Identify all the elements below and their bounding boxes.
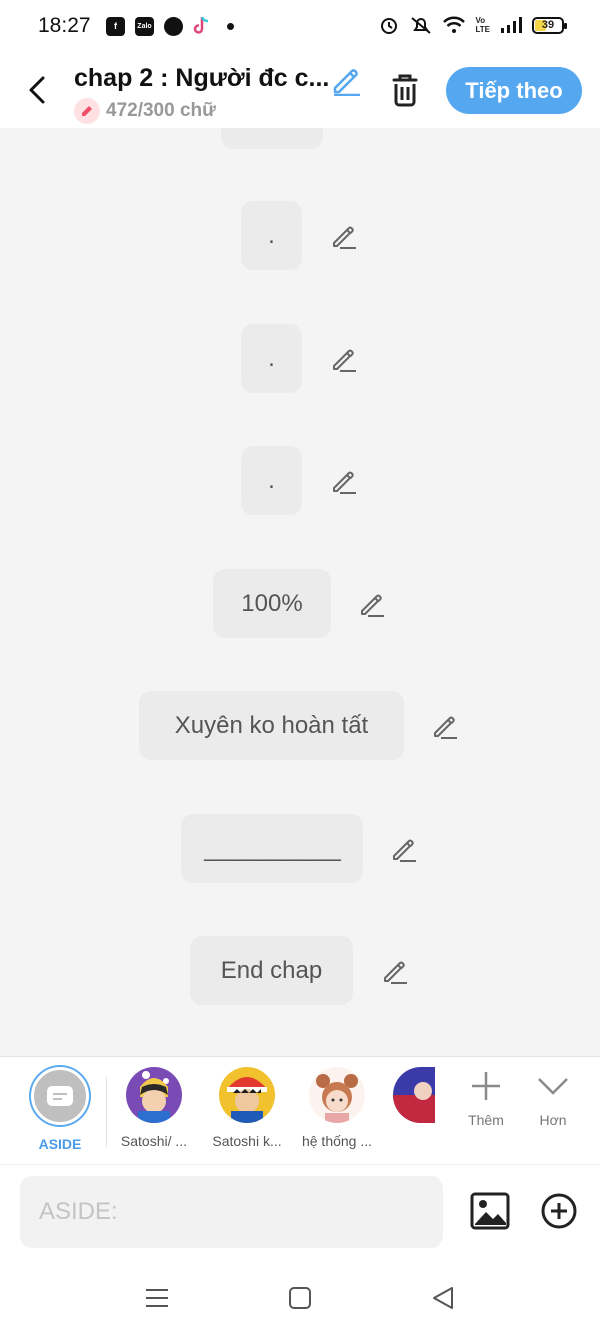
add-label: Thêm <box>468 1112 504 1128</box>
mute-icon <box>411 17 432 34</box>
tiktok-icon <box>193 16 209 34</box>
trash-icon[interactable] <box>386 70 424 110</box>
character-label: ASIDE <box>38 1136 82 1152</box>
facebook-icon: f <box>106 16 125 36</box>
avatar <box>393 1067 435 1123</box>
system-icons: Vo LTE 39 <box>379 15 567 35</box>
avatar <box>126 1067 182 1123</box>
edit-message-icon[interactable] <box>431 712 459 740</box>
battery-icon: 39 <box>532 16 567 34</box>
menu-icon[interactable] <box>142 1283 172 1313</box>
composer <box>0 1165 600 1263</box>
character-label: Satoshi/ ... <box>120 1133 188 1149</box>
battery-level: 39 <box>541 19 555 31</box>
add-circle-icon[interactable] <box>540 1192 578 1230</box>
message-text: 100% <box>241 589 303 617</box>
messenger-icon <box>164 16 183 36</box>
zalo-icon: Zalo <box>135 16 154 36</box>
editor-header: chap 2 : Người đc c... 472/300 chữ Tiếp … <box>0 52 600 128</box>
pencil-icon <box>74 98 100 124</box>
chapter-title[interactable]: chap 2 : Người đc c... <box>74 64 329 93</box>
plus-icon <box>472 1072 500 1100</box>
edit-message-icon[interactable] <box>330 345 358 373</box>
chat-area[interactable]: . . . 100% Xuyên ko hoàn tất ___________… <box>0 128 600 1056</box>
message-text: Xuyên ko hoàn tất <box>174 711 369 739</box>
avatar <box>309 1067 365 1123</box>
image-icon[interactable] <box>470 1191 510 1231</box>
back-nav-icon[interactable] <box>428 1283 458 1313</box>
add-character-button[interactable]: Thêm <box>456 1069 516 1128</box>
message-text: . <box>268 344 275 372</box>
back-button[interactable] <box>20 70 54 110</box>
signal-icon <box>501 17 522 33</box>
more-button[interactable]: Hơn <box>523 1069 583 1128</box>
system-nav-bar <box>0 1263 600 1333</box>
chevron-left-icon <box>29 76 45 104</box>
edit-message-icon[interactable] <box>358 590 386 618</box>
message-text: ___________ <box>204 834 341 862</box>
more-label: Hơn <box>539 1112 567 1128</box>
character-aside[interactable]: ASIDE <box>13 1067 107 1152</box>
message-input[interactable] <box>20 1176 443 1248</box>
status-time: 18:27 <box>38 14 91 37</box>
word-count: 472/300 chữ <box>106 100 216 121</box>
alarm-icon <box>381 18 398 34</box>
message-bubble[interactable]: . <box>241 201 302 270</box>
message-bubble[interactable]: . <box>241 324 302 393</box>
message-text: . <box>268 466 275 494</box>
message-bubble[interactable]: 100% <box>213 569 331 638</box>
character-label: Satoshi k... <box>212 1133 282 1149</box>
chevron-down-icon <box>538 1078 568 1095</box>
message-bubble[interactable]: End chap <box>190 936 353 1005</box>
next-button[interactable]: Tiếp theo <box>446 67 582 114</box>
home-icon[interactable] <box>285 1283 315 1313</box>
notification-icons: f Zalo <box>106 16 234 36</box>
message-text: . <box>268 221 275 249</box>
edit-title-icon[interactable] <box>330 64 362 96</box>
message-icon <box>47 1086 73 1106</box>
avatar <box>219 1067 275 1123</box>
status-bar: 18:27 f Zalo Vo LTE 39 <box>0 0 600 52</box>
character-item[interactable]: hệ thống ... <box>290 1067 384 1149</box>
edit-message-icon[interactable] <box>330 222 358 250</box>
character-item-partial[interactable] <box>380 1067 440 1133</box>
message-bubble[interactable]: . <box>241 446 302 515</box>
dot-icon <box>227 22 234 30</box>
volte-icon: Vo LTE <box>475 16 490 34</box>
aside-avatar <box>31 1067 89 1125</box>
character-item[interactable]: Satoshi k... <box>200 1067 294 1149</box>
edit-message-icon[interactable] <box>330 467 358 495</box>
wifi-icon <box>443 16 466 33</box>
message-bubble[interactable]: ___________ <box>181 814 363 883</box>
word-count-row: 472/300 chữ <box>74 98 216 124</box>
message-bubble-partial[interactable] <box>221 128 323 149</box>
message-bubble[interactable]: Xuyên ko hoàn tất <box>139 691 404 760</box>
character-label: hệ thống ... <box>301 1133 373 1149</box>
character-item[interactable]: Satoshi/ ... <box>107 1067 201 1149</box>
edit-message-icon[interactable] <box>390 835 418 863</box>
character-bar: ASIDE Satoshi/ ... Satoshi k... hệ thống… <box>0 1056 600 1165</box>
edit-message-icon[interactable] <box>381 957 409 985</box>
message-text: End chap <box>220 956 323 984</box>
